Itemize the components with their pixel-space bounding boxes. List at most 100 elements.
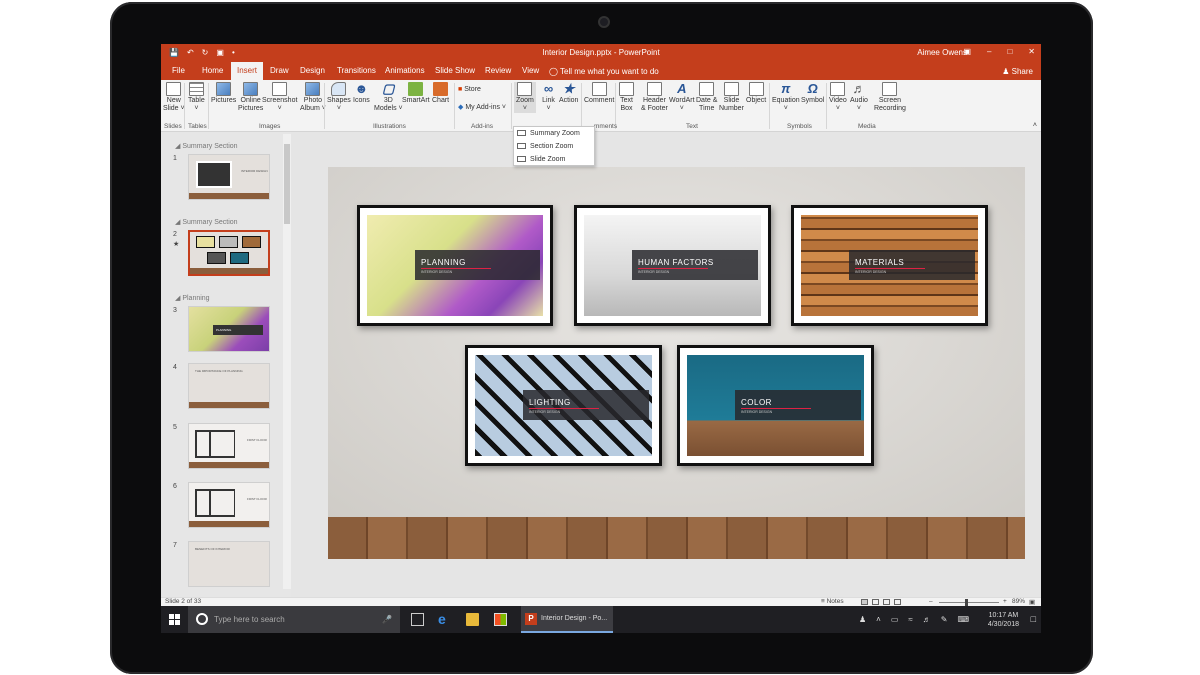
close-icon[interactable]: ✕ — [1028, 47, 1035, 56]
table-button[interactable]: Table ˅ — [188, 82, 205, 113]
zoom-frame-materials[interactable]: MATERIALS INTERIOR DESIGN — [791, 205, 988, 326]
store-app-icon[interactable] — [494, 613, 507, 626]
current-slide[interactable]: PLANNING INTERIOR DESIGN HUMAN FACTORS INT… — [328, 167, 1025, 559]
tab-draw[interactable]: Draw — [264, 62, 295, 80]
ribbon-display-icon[interactable]: ▣ — [963, 47, 971, 56]
slide-thumbnail-7[interactable]: BENEFITS OF INTERIOR — [188, 541, 270, 587]
object-button[interactable]: Object — [746, 82, 766, 105]
wordart-button[interactable]: A WordArt ˅ — [669, 82, 695, 113]
icons-button[interactable]: ☻ Icons — [353, 82, 370, 105]
tab-view[interactable]: View — [516, 62, 545, 80]
header-footer-button[interactable]: Header & Footer — [641, 82, 668, 113]
tab-animations[interactable]: Animations — [379, 62, 431, 80]
slide-thumbnail-4[interactable]: THE IMPORTANCE OF PLANNING — [188, 363, 270, 409]
screen-recording-button[interactable]: Screen Recording — [874, 82, 906, 113]
screenshot-button[interactable]: Screenshot ˅ — [262, 82, 297, 113]
zoom-frame-lighting[interactable]: LIGHTING INTERIOR DESIGN — [465, 345, 662, 466]
store-button[interactable]: ■ Store — [458, 86, 481, 94]
edge-icon[interactable]: e — [438, 612, 451, 626]
video-button[interactable]: Video ˅ — [829, 82, 847, 113]
slide-number-button[interactable]: Slide Number — [719, 82, 744, 113]
taskbar-search-box[interactable]: Type here to search 🎤 — [188, 606, 400, 633]
section-header[interactable]: ◢ Planning — [175, 294, 210, 302]
pictures-button[interactable]: Pictures — [211, 82, 236, 105]
slide-editing-canvas[interactable]: PLANNING INTERIOR DESIGN HUMAN FACTORS INT… — [291, 132, 1041, 597]
text-box-button[interactable]: Text Box — [619, 82, 634, 113]
smartart-icon — [408, 82, 424, 96]
slide-thumbnail-3[interactable]: PLANNING — [188, 306, 270, 352]
reading-view-icon[interactable] — [883, 599, 890, 605]
slideshow-view-icon[interactable] — [894, 599, 901, 605]
tab-file[interactable]: File — [166, 62, 191, 80]
tab-slide-show[interactable]: Slide Show — [429, 62, 481, 80]
zoom-frame-planning[interactable]: PLANNING INTERIOR DESIGN — [357, 205, 553, 326]
slide-thumbnail-5[interactable]: FIRST FLOOR — [188, 423, 270, 469]
file-explorer-icon[interactable] — [466, 613, 479, 626]
normal-view-icon[interactable] — [861, 599, 868, 605]
scrollbar-thumb[interactable] — [284, 144, 290, 224]
chart-button[interactable]: Chart — [432, 82, 449, 105]
volume-icon[interactable]: ♬ — [923, 615, 931, 624]
share-button[interactable]: ♟ Share — [1002, 67, 1033, 76]
menu-item-slide-zoom[interactable]: Slide Zoom — [514, 153, 594, 166]
tell-me-box[interactable]: ◯ Tell me what you want to do — [549, 67, 659, 76]
tab-home[interactable]: Home — [196, 62, 229, 80]
shapes-button[interactable]: Shapes ˅ — [327, 82, 351, 113]
show-hidden-icons-icon[interactable]: ˄ — [876, 615, 881, 624]
action-center-icon[interactable]: □ — [1031, 614, 1036, 624]
date-time-button[interactable]: Date & Time — [696, 82, 717, 113]
thumbnail-scrollbar[interactable] — [283, 134, 291, 589]
slide-number-icon — [723, 82, 739, 96]
slide-thumbnail-1[interactable]: INTERIOR DESIGN — [188, 154, 270, 200]
user-name[interactable]: Aimee Owens — [917, 48, 967, 57]
fit-slide-icon[interactable]: ▣ — [1029, 598, 1035, 606]
zoom-level[interactable]: 89% — [1012, 598, 1025, 605]
zoom-slider[interactable] — [939, 602, 999, 603]
zoom-slider-thumb[interactable] — [965, 599, 968, 606]
zoom-in-button[interactable]: + — [1003, 598, 1007, 605]
action-button[interactable]: ★ Action — [559, 82, 578, 105]
microphone-icon[interactable]: 🎤 — [382, 606, 392, 633]
cortana-icon — [196, 613, 208, 625]
zoom-button[interactable]: Zoom ˅ — [514, 82, 536, 113]
tab-insert[interactable]: Insert — [231, 62, 264, 81]
wifi-icon[interactable]: ≈ — [908, 615, 912, 624]
online-pictures-button[interactable]: Online Pictures — [238, 82, 263, 113]
slide-thumbnail-6[interactable]: FIRST FLOOR — [188, 482, 270, 528]
windows-start-icon[interactable] — [169, 614, 180, 625]
collapse-ribbon-icon[interactable]: ˄ — [1033, 122, 1037, 129]
battery-icon[interactable]: ▭ — [891, 615, 899, 624]
taskbar-powerpoint-app[interactable]: P Interior Design - Po... — [521, 606, 613, 633]
tab-design[interactable]: Design — [294, 62, 331, 80]
section-header[interactable]: ◢ Summary Section — [175, 218, 238, 226]
ribbon-insert: New Slide ˅ Table ˅ Pictures Online Picture… — [161, 80, 1041, 132]
photo-album-button[interactable]: Photo Album ˅ — [300, 82, 326, 113]
symbol-button[interactable]: Ω Symbol — [801, 82, 824, 105]
comment-button[interactable]: Comment — [584, 82, 614, 105]
slide-sorter-icon[interactable] — [872, 599, 879, 605]
my-addins-button[interactable]: ◆ My Add-ins ˅ — [458, 104, 506, 112]
menu-item-summary-zoom[interactable]: Summary Zoom — [514, 127, 594, 140]
equation-button[interactable]: π Equation ˅ — [772, 82, 800, 113]
3d-models-button[interactable]: ▢ 3D Models ˅ — [374, 82, 403, 113]
people-icon[interactable]: ♟ — [859, 615, 866, 624]
task-view-icon[interactable] — [411, 613, 424, 626]
tab-review[interactable]: Review — [479, 62, 517, 80]
smartart-button[interactable]: SmartArt — [402, 82, 430, 105]
new-slide-button[interactable]: New Slide ˅ — [163, 82, 185, 113]
notes-button[interactable]: ≡ Notes — [821, 598, 844, 605]
section-header[interactable]: ◢ Summary Section — [175, 142, 238, 150]
zoom-frame-color[interactable]: COLOR INTERIOR DESIGN — [677, 345, 874, 466]
keyboard-icon[interactable]: ⌨ — [958, 615, 970, 624]
pen-icon[interactable]: ✎ — [941, 615, 948, 624]
zoom-out-button[interactable]: – — [929, 598, 933, 605]
taskbar-clock[interactable]: 10:17 AM 4/30/2018 — [988, 611, 1019, 629]
link-button[interactable]: ∞ Link ˅ — [541, 82, 556, 113]
restore-icon[interactable]: □ — [1007, 47, 1012, 56]
audio-button[interactable]: ♬ Audio ˅ — [850, 82, 868, 113]
tab-transitions[interactable]: Transitions — [331, 62, 382, 80]
slide-thumbnail-2[interactable] — [188, 230, 270, 276]
zoom-frame-human-factors[interactable]: HUMAN FACTORS INTERIOR DESIGN — [574, 205, 771, 326]
menu-item-section-zoom[interactable]: Section Zoom — [514, 140, 594, 153]
minimize-icon[interactable]: – — [987, 47, 991, 56]
